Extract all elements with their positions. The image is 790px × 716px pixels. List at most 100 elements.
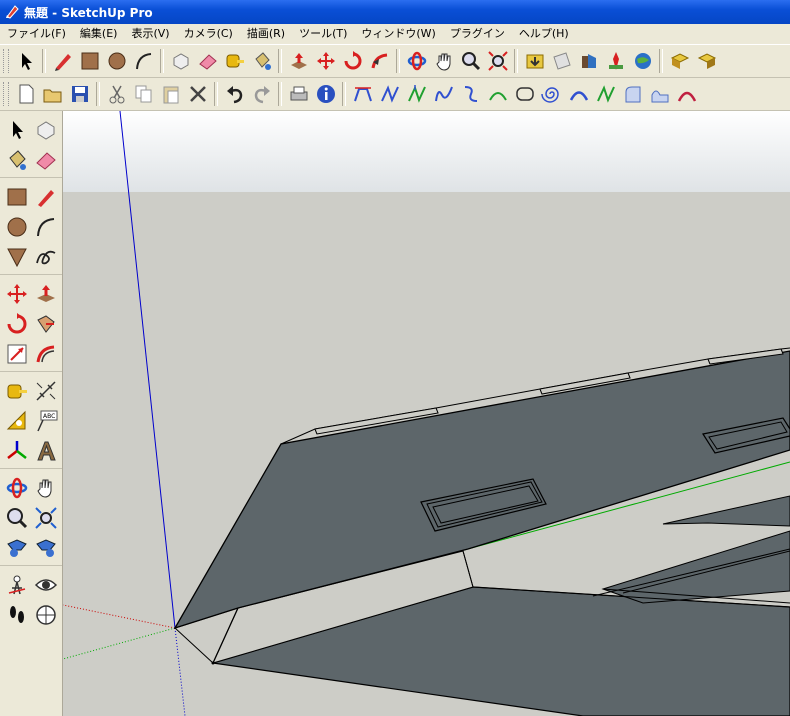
paste-icon[interactable] <box>157 80 184 108</box>
toolbar-separator <box>42 49 46 73</box>
orbit-icon[interactable] <box>403 47 430 75</box>
menu-view[interactable]: 表示(V) <box>124 24 176 44</box>
zoom-extents-icon[interactable] <box>2 533 31 562</box>
push-pull-icon[interactable] <box>285 47 312 75</box>
circle-icon[interactable] <box>103 47 130 75</box>
photo-textures-icon[interactable] <box>575 47 602 75</box>
print-icon[interactable] <box>285 80 312 108</box>
freehand-icon[interactable] <box>31 242 60 271</box>
tape-measure-icon[interactable] <box>2 376 31 405</box>
walk-icon[interactable] <box>2 600 31 629</box>
orbit-icon[interactable] <box>2 473 31 502</box>
axes-icon[interactable] <box>2 436 31 465</box>
follow-me-icon[interactable] <box>31 309 60 338</box>
polygon-icon[interactable] <box>2 242 31 271</box>
delete-icon[interactable] <box>184 80 211 108</box>
toolbar-grip[interactable] <box>3 82 9 106</box>
position-camera-icon[interactable] <box>2 570 31 599</box>
toolbar-separator <box>160 49 164 73</box>
zoom-window-icon[interactable] <box>31 503 60 532</box>
open-file-icon[interactable] <box>39 80 66 108</box>
curve-tool-icon[interactable] <box>457 80 484 108</box>
curve-tool-icon[interactable] <box>592 80 619 108</box>
make-component-icon[interactable] <box>167 47 194 75</box>
new-file-icon[interactable] <box>12 80 39 108</box>
menu-draw[interactable]: 描画(R) <box>240 24 292 44</box>
paint-bucket-icon[interactable] <box>248 47 275 75</box>
drawing-viewport[interactable] <box>63 111 790 716</box>
zoom-extents-icon[interactable] <box>484 47 511 75</box>
arc-icon[interactable] <box>130 47 157 75</box>
section-plane-icon[interactable] <box>31 600 60 629</box>
menu-tools[interactable]: ツール(T) <box>292 24 354 44</box>
3d-text-icon[interactable] <box>31 436 60 465</box>
previous-view-icon[interactable] <box>31 533 60 562</box>
svg-text:ABC: ABC <box>43 413 55 420</box>
line-icon[interactable] <box>31 182 60 211</box>
viewport-canvas[interactable] <box>63 111 790 716</box>
share-component-icon[interactable] <box>666 47 693 75</box>
dimension-icon[interactable] <box>31 376 60 405</box>
eraser-icon[interactable] <box>31 145 60 174</box>
select-icon[interactable] <box>12 47 39 75</box>
add-location-icon[interactable] <box>602 47 629 75</box>
rotate-icon[interactable] <box>339 47 366 75</box>
menu-window[interactable]: ウィンドウ(W) <box>354 24 442 44</box>
text-icon[interactable]: ABC <box>31 406 60 435</box>
curve-tool-icon[interactable] <box>376 80 403 108</box>
curve-tool-icon[interactable] <box>646 80 673 108</box>
curve-tool-icon[interactable] <box>565 80 592 108</box>
menu-edit[interactable]: 編集(E) <box>73 24 125 44</box>
toolbar-grip[interactable] <box>3 49 9 73</box>
look-around-icon[interactable] <box>31 570 60 599</box>
rectangle-icon[interactable] <box>2 182 31 211</box>
menu-help[interactable]: ヘルプ(H) <box>512 24 576 44</box>
menu-camera[interactable]: カメラ(C) <box>177 24 240 44</box>
google-earth-icon[interactable] <box>629 47 656 75</box>
toolbar-separator <box>514 49 518 73</box>
protractor-icon[interactable] <box>2 406 31 435</box>
menu-plugins[interactable]: プラグイン <box>443 24 512 44</box>
move-icon[interactable] <box>2 279 31 308</box>
follow-me-icon[interactable] <box>366 47 393 75</box>
cut-icon[interactable] <box>103 80 130 108</box>
curve-tool-icon[interactable] <box>511 80 538 108</box>
arc-icon[interactable] <box>31 212 60 241</box>
curve-tool-icon[interactable] <box>484 80 511 108</box>
sketchup-app-icon[interactable] <box>4 4 20 20</box>
copy-icon[interactable] <box>130 80 157 108</box>
menu-file[interactable]: ファイル(F) <box>0 24 73 44</box>
rotate-icon[interactable] <box>2 309 31 338</box>
curve-tool-icon[interactable] <box>403 80 430 108</box>
scale-icon[interactable] <box>2 339 31 368</box>
push-pull-icon[interactable] <box>31 279 60 308</box>
share-model-icon[interactable] <box>548 47 575 75</box>
curve-tool-icon[interactable] <box>538 80 565 108</box>
model-info-icon[interactable] <box>312 80 339 108</box>
curve-tool-icon[interactable] <box>673 80 700 108</box>
redo-icon[interactable] <box>248 80 275 108</box>
eraser-icon[interactable] <box>194 47 221 75</box>
curve-tool-icon[interactable] <box>349 80 376 108</box>
paint-bucket-icon[interactable] <box>2 145 31 174</box>
pencil-icon[interactable] <box>49 47 76 75</box>
select-icon[interactable] <box>2 115 31 144</box>
circle-icon[interactable] <box>2 212 31 241</box>
offset-icon[interactable] <box>31 339 60 368</box>
curve-tool-icon[interactable] <box>619 80 646 108</box>
save-icon[interactable] <box>66 80 93 108</box>
curve-tool-icon[interactable] <box>430 80 457 108</box>
pan-icon[interactable] <box>430 47 457 75</box>
undo-icon[interactable] <box>221 80 248 108</box>
tape-measure-icon[interactable] <box>221 47 248 75</box>
get-components-icon[interactable] <box>693 47 720 75</box>
menu-bar: ファイル(F) 編集(E) 表示(V) カメラ(C) 描画(R) ツール(T) … <box>0 24 790 45</box>
toolbar-separator <box>278 49 282 73</box>
get-models-icon[interactable] <box>521 47 548 75</box>
make-component-icon[interactable] <box>31 115 60 144</box>
move-icon[interactable] <box>312 47 339 75</box>
pan-icon[interactable] <box>31 473 60 502</box>
zoom-icon[interactable] <box>457 47 484 75</box>
rectangle-icon[interactable] <box>76 47 103 75</box>
zoom-icon[interactable] <box>2 503 31 532</box>
